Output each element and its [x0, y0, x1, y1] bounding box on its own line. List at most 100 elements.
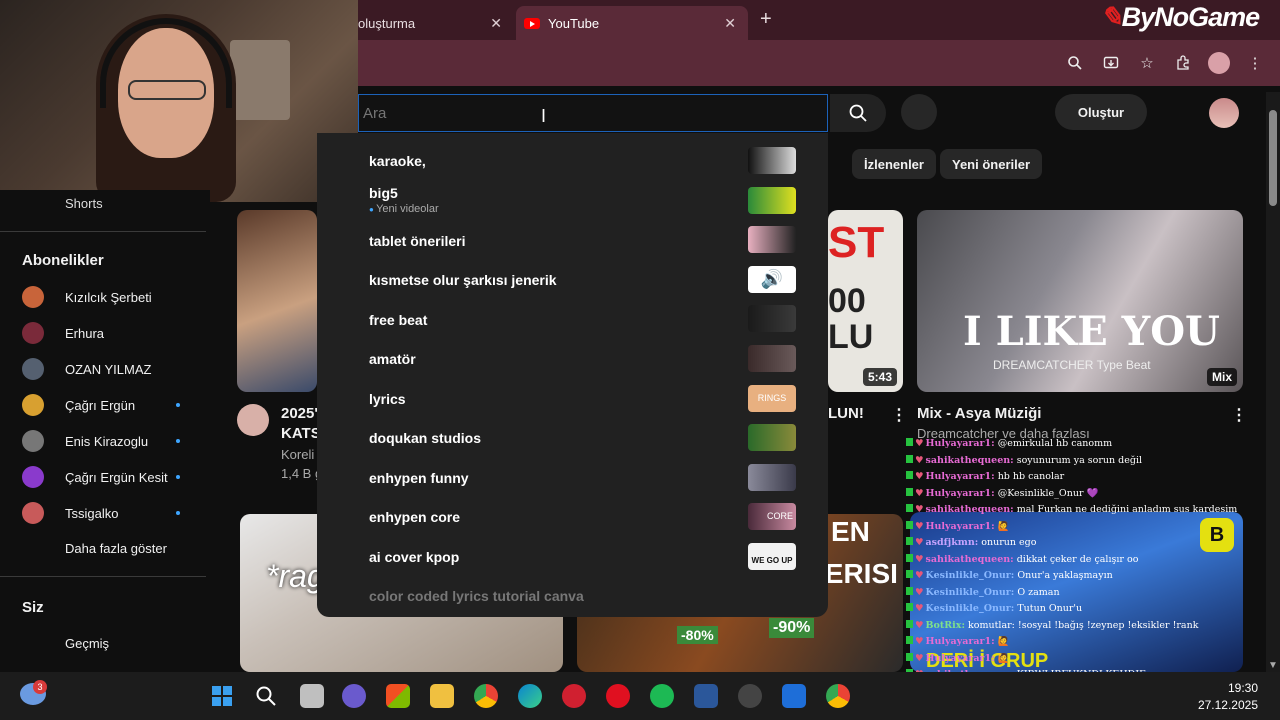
system-clock[interactable]: 19:30 27.12.2025 — [1198, 680, 1258, 714]
obs-icon[interactable] — [738, 684, 762, 708]
video-title[interactable]: 2025' — [281, 405, 318, 422]
heart-badge-icon: ♥ — [915, 438, 924, 449]
thumbnail-text: EN — [831, 516, 870, 547]
more-options-icon[interactable]: ⋮ — [891, 405, 907, 425]
task-view-icon[interactable] — [300, 684, 324, 708]
suggestion-item[interactable]: enhypen core — [369, 509, 460, 525]
video-thumbnail[interactable] — [237, 210, 317, 392]
media-player-icon[interactable] — [562, 684, 586, 708]
heart-badge-icon: ♥ — [915, 603, 924, 614]
mix-badge: Mix — [1206, 368, 1237, 386]
menu-kebab-icon[interactable]: ⋮ — [1244, 52, 1266, 74]
new-content-dot — [176, 403, 180, 407]
install-app-icon[interactable] — [1100, 52, 1122, 74]
notification-badge: 3 — [33, 680, 47, 694]
suggestion-item[interactable]: big5 — [369, 185, 398, 201]
suggestion-thumbnail[interactable] — [748, 187, 796, 214]
word-icon[interactable] — [694, 684, 718, 708]
suggestion-thumbnail[interactable] — [748, 464, 796, 491]
suggestion-item[interactable]: kısmetse olur şarkısı jenerik — [369, 272, 557, 288]
account-avatar[interactable] — [1209, 98, 1239, 128]
show-more-button[interactable]: Daha fazla göster — [65, 541, 167, 556]
chrome-profile-icon[interactable] — [826, 684, 850, 708]
extensions-icon[interactable] — [1172, 52, 1194, 74]
suggestion-item[interactable]: enhypen funny — [369, 470, 469, 486]
sidebar-item-ozan-yilmaz[interactable]: OZAN YILMAZ — [22, 355, 192, 383]
sidebar-item-cagri-ergun[interactable]: Çağrı Ergün — [22, 391, 192, 419]
suggestion-thumbnail[interactable] — [748, 424, 796, 451]
scrollbar-thumb[interactable] — [1269, 110, 1277, 206]
kick-badge-icon — [906, 438, 913, 446]
search-button[interactable] — [830, 94, 886, 132]
app-icon[interactable] — [782, 684, 806, 708]
clock-date: 27.12.2025 — [1197, 698, 1258, 712]
new-tab-button[interactable]: + — [760, 8, 772, 31]
search-input[interactable] — [359, 95, 827, 131]
channel-name: Çağrı Ergün — [65, 397, 136, 413]
channel-avatar[interactable] — [237, 404, 269, 436]
video-title[interactable]: Mix - Asya Müziği — [917, 405, 1041, 422]
spotify-icon[interactable] — [650, 684, 674, 708]
suggestion-item[interactable]: free beat — [369, 312, 427, 328]
sidebar-item-tssigalko[interactable]: Tssigalko — [22, 499, 192, 527]
bookmark-star-icon[interactable]: ☆ — [1136, 52, 1158, 74]
sidebar-item-erhura[interactable]: Erhura — [22, 319, 192, 347]
suggestion-item[interactable]: color coded lyrics tutorial canva — [369, 588, 584, 604]
suggestion-item[interactable]: ai cover kpop — [369, 549, 459, 565]
chip-yeni-oneriler[interactable]: Yeni öneriler — [940, 149, 1043, 179]
video-channel[interactable]: Koreli İ — [281, 447, 321, 462]
thumbnail-text: 00 — [828, 282, 866, 320]
new-content-dot — [176, 439, 180, 443]
suggestion-subtitle: Yeni videolar — [369, 203, 439, 215]
edge-icon[interactable] — [518, 684, 542, 708]
suggestion-item[interactable]: lyrics — [369, 391, 406, 407]
chrome-icon[interactable] — [474, 684, 498, 708]
voice-search-button[interactable] — [901, 94, 937, 130]
suggestion-item[interactable]: doqukan studios — [369, 430, 481, 446]
suggestion-thumbnail[interactable]: RINGS — [748, 385, 796, 412]
chip-izlenenler[interactable]: İzlenenler — [852, 149, 936, 179]
suggestion-thumbnail[interactable] — [748, 147, 796, 174]
video-thumbnail[interactable]: ST 00 LU 5:43 — [828, 210, 903, 392]
discount-label: -80% — [677, 626, 718, 644]
chat-message: ♥ Hulyayarar1: @emirkulal hb canomm — [906, 438, 1246, 455]
suggestion-thumbnail[interactable]: CORE — [748, 503, 796, 530]
sidebar-item-enis-kirazoglu[interactable]: Enis Kirazoglu — [22, 427, 192, 455]
kick-badge-icon — [906, 636, 913, 644]
close-icon[interactable]: ✕ — [490, 15, 502, 32]
opera-icon[interactable] — [606, 684, 630, 708]
suggestion-thumbnail[interactable]: WE GO UP — [748, 543, 796, 570]
sidebar-item-history[interactable]: Geçmiş — [65, 636, 109, 651]
suggestion-item[interactable]: karaoke, — [369, 153, 426, 169]
suggestion-thumbnail[interactable] — [748, 305, 796, 332]
tab-olusturma[interactable]: oluşturma ✕ — [358, 6, 514, 40]
scroll-down-arrow-icon[interactable]: ▼ — [1268, 660, 1278, 671]
teams-icon[interactable] — [342, 684, 366, 708]
sidebar-item-kizilcik-serbeti[interactable]: Kızılcık Şerbeti — [22, 283, 192, 311]
chat-message: ♥ Hulyayarar1: @Kesinlikle_Onur 💜 — [906, 487, 1246, 505]
heart-badge-icon: ♥ — [915, 570, 924, 581]
create-button[interactable]: Oluştur — [1055, 94, 1147, 130]
video-title[interactable]: LUN! — [828, 405, 864, 422]
close-icon[interactable]: ✕ — [724, 15, 736, 32]
suggestion-thumbnail[interactable] — [748, 345, 796, 372]
kick-badge-icon — [906, 504, 913, 512]
channel-avatar — [22, 466, 44, 488]
suggestion-item[interactable]: amatör — [369, 351, 416, 367]
windows-start-icon[interactable] — [210, 684, 234, 708]
sidebar-item-cagri-ergun-kesit[interactable]: Çağrı Ergün Kesit — [22, 463, 192, 491]
file-explorer-icon[interactable] — [430, 684, 454, 708]
you-heading[interactable]: Siz — [22, 599, 44, 616]
suggestion-thumbnail[interactable] — [748, 226, 796, 253]
video-thumbnail[interactable]: I LIKE YOU DREAMCATCHER Type Beat Mix — [917, 210, 1243, 392]
store-icon[interactable] — [386, 684, 410, 708]
suggestion-item[interactable]: tablet önerileri — [369, 233, 465, 249]
search-icon[interactable] — [254, 684, 278, 708]
more-options-icon[interactable]: ⋮ — [1231, 405, 1247, 425]
tab-youtube[interactable]: YouTube ✕ — [516, 6, 748, 40]
search-box[interactable] — [358, 94, 828, 132]
profile-avatar[interactable] — [1208, 52, 1230, 74]
sidebar-item-shorts[interactable]: Shorts — [65, 196, 103, 211]
speaker-icon[interactable]: 🔊 — [748, 266, 796, 293]
zoom-icon[interactable] — [1064, 52, 1086, 74]
